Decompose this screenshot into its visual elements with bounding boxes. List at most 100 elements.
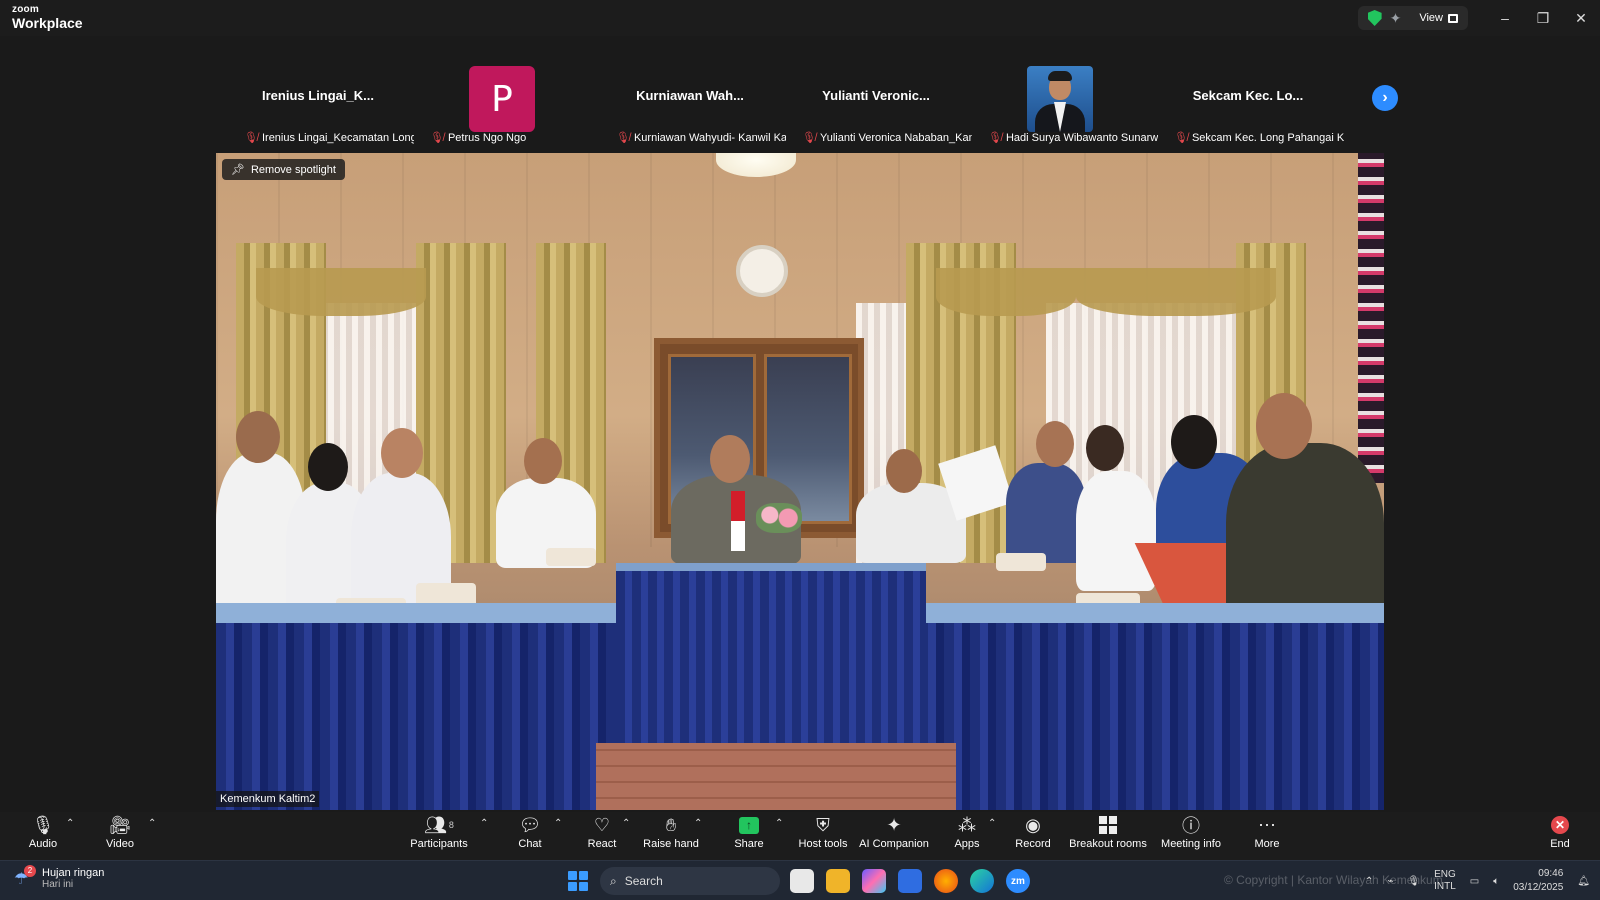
breakout-rooms-icon <box>1099 816 1117 834</box>
restore-button[interactable]: ❐ <box>1524 10 1562 27</box>
participant-display-name: Sekcam Kec. Lo... <box>1192 88 1304 103</box>
participant-name-label: 🎙︎̸Sekcam Kec. Long Pahangai Kab... <box>1174 131 1344 145</box>
pin-icon: 📌︎ <box>231 164 245 176</box>
mic-muted-icon: 🎙︎̸ <box>988 132 1002 144</box>
participant-tile[interactable]: Yulianti Veronic... 🎙︎̸ Yulianti Veronica… <box>786 54 972 150</box>
copilot-icon[interactable] <box>862 869 886 893</box>
participant-tile[interactable]: Irenius Lingai_K... 🎙︎̸ Irenius Lingai_Ke… <box>228 54 414 150</box>
video-label: Video <box>106 838 134 850</box>
search-icon: ⌕ <box>610 873 617 888</box>
participant-tile[interactable]: 🎙︎̸ Hadi Surya Wibawanto Sunarwadi <box>972 54 1158 150</box>
clock-time: 09:46 <box>1538 868 1564 879</box>
end-x-icon: ✕ <box>1551 816 1569 834</box>
taskbar-clock[interactable]: 09:46 03/12/2025 <box>1513 867 1563 895</box>
grid-view-icon <box>1448 13 1458 23</box>
volume-icon[interactable]: 🔈︎ <box>1493 876 1499 887</box>
logo-brand: zoom <box>12 4 39 15</box>
windows-start-icon[interactable] <box>568 871 588 891</box>
participants-icon: 👥︎ <box>424 814 447 835</box>
more-label: More <box>1254 838 1280 850</box>
language-indicator[interactable]: ENG INTL <box>1434 869 1456 893</box>
audio-options-caret-icon[interactable]: ⌃ <box>66 818 74 829</box>
taskbar-search[interactable]: ⌕ Search <box>600 867 780 895</box>
participant-gallery-strip: Irenius Lingai_K... 🎙︎̸ Irenius Lingai_Ke… <box>228 54 1404 150</box>
remove-spotlight-label: Remove spotlight <box>250 163 336 176</box>
participant-display-name: Irenius Lingai_K... <box>262 88 374 103</box>
remove-spotlight-button[interactable]: 📌︎ Remove spotlight <box>222 159 345 180</box>
wall-clock-illustration <box>736 245 788 297</box>
participant-label-text: Yulianti Veronica Nababan_Kanw... <box>819 131 972 144</box>
video-speaker-label: Kemenkum Kaltim2 <box>216 791 320 807</box>
share-screen-icon: ↑ <box>739 816 759 834</box>
participant-tile[interactable]: P 🎙︎̸ Petrus Ngo Ngo <box>414 54 594 150</box>
participant-label-text: Hadi Surya Wibawanto Sunarwadi <box>1005 131 1158 144</box>
spotlight-video <box>216 153 1384 810</box>
participant-photo-avatar <box>1027 66 1093 132</box>
raise-hand-caret-icon[interactable]: ⌃ <box>694 818 702 829</box>
search-placeholder: Search <box>624 874 663 888</box>
network-icon[interactable]: ⌁ <box>1387 876 1393 887</box>
participants-count: 8 <box>448 820 454 830</box>
mic-muted-icon: 🎙︎̸ <box>1174 132 1188 144</box>
edge-icon[interactable] <box>970 869 994 893</box>
hand-icon: ✋︎ <box>665 814 677 835</box>
zoom-workplace-logo: zoom Workplace <box>12 4 83 31</box>
mic-muted-icon: 🎙︎̸ <box>802 132 816 144</box>
zoom-app-icon[interactable]: zm <box>1006 869 1030 893</box>
end-meeting-button[interactable]: ✕ End <box>1515 814 1600 850</box>
weather-widget[interactable]: ☂ 2 Hujan ringan Hari ini <box>14 864 104 890</box>
end-label: End <box>1550 838 1570 850</box>
clock-date: 03/12/2025 <box>1513 882 1564 893</box>
participant-initial-avatar: P <box>469 66 535 132</box>
shield-icon <box>1367 10 1382 26</box>
participant-tile[interactable]: Kurniawan Wah... 🎙︎̸ Kurniawan Wahyudi- K… <box>600 54 786 150</box>
store-icon[interactable] <box>898 869 922 893</box>
participant-label-text: Sekcam Kec. Long Pahangai Kab... <box>1191 131 1344 144</box>
firefox-icon[interactable] <box>934 869 958 893</box>
task-view-icon[interactable] <box>790 869 814 893</box>
participant-name-label: 🎙︎̸Yulianti Veronica Nababan_Kanw... <box>802 131 972 145</box>
mic-tray-icon[interactable]: 🎙︎ <box>1407 876 1420 887</box>
mic-muted-icon: 🎙︎̸ <box>244 132 258 144</box>
notifications-bell-icon[interactable]: 🔔︎ <box>1577 876 1590 887</box>
file-explorer-icon[interactable] <box>826 869 850 893</box>
raise-hand-button[interactable]: ✋︎ Raise hand <box>626 814 716 851</box>
more-button[interactable]: ⋯ More <box>1222 814 1312 851</box>
breakout-rooms-button[interactable]: Breakout rooms <box>1063 814 1153 850</box>
security-pill[interactable]: ✦ View <box>1357 6 1468 30</box>
participant-tile[interactable]: Sekcam Kec. Lo... 🎙︎̸ Sekcam Kec. Long Pa… <box>1158 54 1344 150</box>
more-ellipsis-icon: ⋯ <box>1258 814 1276 835</box>
notification-badge: 2 <box>24 864 36 877</box>
title-bar: zoom Workplace ✦ View – ❐ ✕ <box>0 0 1600 36</box>
display-icon[interactable]: ▭ <box>1470 876 1479 887</box>
logo-product: Workplace <box>12 15 83 31</box>
video-options-caret-icon[interactable]: ⌃ <box>148 818 156 829</box>
participant-display-name: Yulianti Veronic... <box>822 88 930 103</box>
participant-name-label: 🎙︎̸ Petrus Ngo Ngo <box>430 131 527 145</box>
participant-label-text: Kurniawan Wahyudi- Kanwil Kaltim <box>633 131 786 144</box>
participant-name-label: 🎙︎̸ Hadi Surya Wibawanto Sunarwadi <box>988 131 1158 145</box>
participant-label-text: Petrus Ngo Ngo <box>447 131 527 144</box>
minimize-button[interactable]: – <box>1486 10 1524 26</box>
ai-sparkle-icon[interactable]: ✦ <box>1390 10 1402 27</box>
tray-chevron-icon[interactable]: ⌃ <box>1365 876 1373 887</box>
participant-name-label: 🎙︎̸Kurniawan Wahyudi- Kanwil Kaltim <box>616 131 786 145</box>
view-button[interactable]: View <box>1419 12 1458 24</box>
windows-taskbar: ☂ 2 Hujan ringan Hari ini © Copyright | K… <box>0 860 1600 900</box>
mic-muted-icon: 🎙︎̸ <box>616 132 630 144</box>
breakout-rooms-label: Breakout rooms <box>1069 838 1147 850</box>
meeting-toolbar: 🎙︎ Audio ⌃ 🎥︎ Video ⌃ 👥︎ 8 Participants ⌃… <box>0 812 1600 860</box>
rain-icon: ☂ 2 <box>14 864 36 889</box>
lang-bottom: INTL <box>1434 881 1456 892</box>
participants-button[interactable]: 👥︎ 8 Participants <box>394 814 484 851</box>
view-label: View <box>1419 12 1443 24</box>
raise-hand-label: Raise hand <box>643 838 699 850</box>
participant-name-label: 🎙︎̸Irenius Lingai_Kecamatan Long P... <box>244 131 414 145</box>
participant-label-text: Irenius Lingai_Kecamatan Long P... <box>261 131 414 144</box>
participant-display-name: Kurniawan Wah... <box>636 88 744 103</box>
participants-label: Participants <box>410 838 468 850</box>
next-page-chevron-icon[interactable]: › <box>1372 85 1398 111</box>
system-tray: ⌃ ⌁ 🎙︎ ENG INTL ▭ 🔈︎ 09:46 03/12/2025 🔔︎ <box>1365 865 1590 897</box>
close-button[interactable]: ✕ <box>1562 10 1600 27</box>
weather-subtitle: Hari ini <box>42 879 74 890</box>
